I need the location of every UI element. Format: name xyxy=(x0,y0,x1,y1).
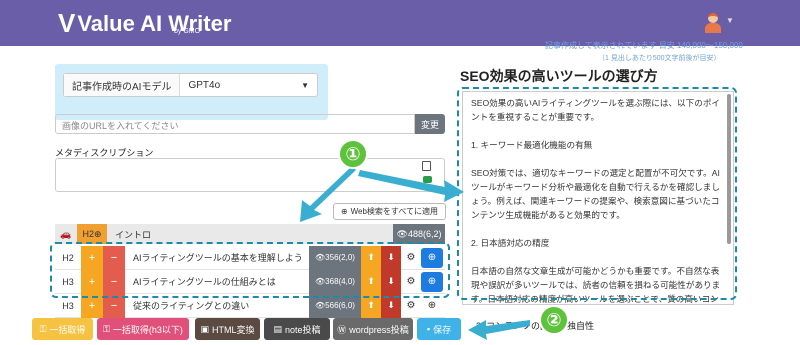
gear-icon[interactable]: ⚙ xyxy=(401,300,421,311)
globe-icon: ⊕ xyxy=(340,207,348,216)
logo-text: Value AI Writer xyxy=(77,10,232,36)
image-url-input[interactable]: 画像のURLを入れてください xyxy=(55,114,415,134)
key-icon: ⚿ xyxy=(39,323,47,334)
logo-sub: by GMO xyxy=(174,28,201,35)
user-avatar[interactable] xyxy=(704,13,722,33)
article-next-heading: 3. コンテンツの品質と独自性 xyxy=(476,321,595,331)
copy-icon[interactable] xyxy=(422,161,431,171)
bulk-fetch-h3-button[interactable]: ⚿ 一括取得(h3以下) xyxy=(97,318,189,340)
model-value: GPT4o xyxy=(188,79,221,91)
logo-mark: V xyxy=(58,8,75,38)
note-icon: ▤ xyxy=(273,323,282,334)
outline-highlight-box xyxy=(50,242,450,298)
globe-icon[interactable]: ⊕ xyxy=(421,296,443,316)
wordpress-post-button[interactable]: Ⓦwordpress投稿 xyxy=(333,318,413,340)
callout-one: ① xyxy=(338,139,368,169)
bulk-fetch-button[interactable]: ⚿ 一括取得 xyxy=(32,318,93,340)
meta-description-field[interactable] xyxy=(55,158,445,192)
model-panel: 記事作成時のAIモデル GPT4o ▼ xyxy=(55,64,328,120)
heading-text[interactable]: 従来のライティングとの違い xyxy=(125,299,309,312)
intro-level-badge[interactable]: H2 ⊕ xyxy=(77,224,107,244)
notice-line2: （1 見出しあたり500文字前後が目安） xyxy=(598,55,721,62)
web-search-all-label: Web検索をすべてに適用 xyxy=(350,207,439,216)
callout-two: ② xyxy=(539,305,569,335)
html-convert-button[interactable]: ▣ HTML変換 xyxy=(195,318,260,340)
web-search-all-button[interactable]: ⊕ Web検索をすべてに適用 xyxy=(333,203,446,220)
key-icon: ⚿ xyxy=(103,323,110,334)
car-icon: 🚗 xyxy=(60,228,72,239)
footer-toolbar: ⚿ 一括取得 ⚿ 一括取得(h3以下) ▣ HTML変換 ▤ note投稿 Ⓦwordp… xyxy=(0,318,480,345)
chevron-down-icon: ▼ xyxy=(301,80,309,90)
save-icon: ▪ xyxy=(426,324,431,334)
chevron-down-icon[interactable]: ▼ xyxy=(726,16,734,25)
save-button[interactable]: ▪ 保存 xyxy=(417,318,461,340)
wordpress-icon: Ⓦ xyxy=(337,324,347,335)
intro-count: 👁 488(6,2) xyxy=(393,224,445,244)
change-button[interactable]: 変更 xyxy=(415,114,445,134)
note-post-button[interactable]: ▤ note投稿 xyxy=(264,318,330,340)
html-icon: ▣ xyxy=(200,323,209,334)
article-title: SEO効果の高いツールの選び方 xyxy=(460,68,658,84)
intro-text[interactable]: イントロ xyxy=(107,228,393,241)
article-highlight-box xyxy=(457,87,737,300)
model-select[interactable]: 記事作成時のAIモデル GPT4o ▼ xyxy=(63,73,318,97)
model-label: 記事作成時のAIモデル xyxy=(64,74,181,96)
heading-level: H3 xyxy=(62,300,74,311)
intro-row: 🚗 H2 ⊕ イントロ 👁 488(6,2) xyxy=(55,224,445,244)
notice-line1: 記事作成して表示されています 目安 140,000～150,000 xyxy=(545,41,743,50)
app-logo[interactable]: V Value AI Writer xyxy=(58,8,231,39)
robot-icon[interactable] xyxy=(423,176,432,183)
